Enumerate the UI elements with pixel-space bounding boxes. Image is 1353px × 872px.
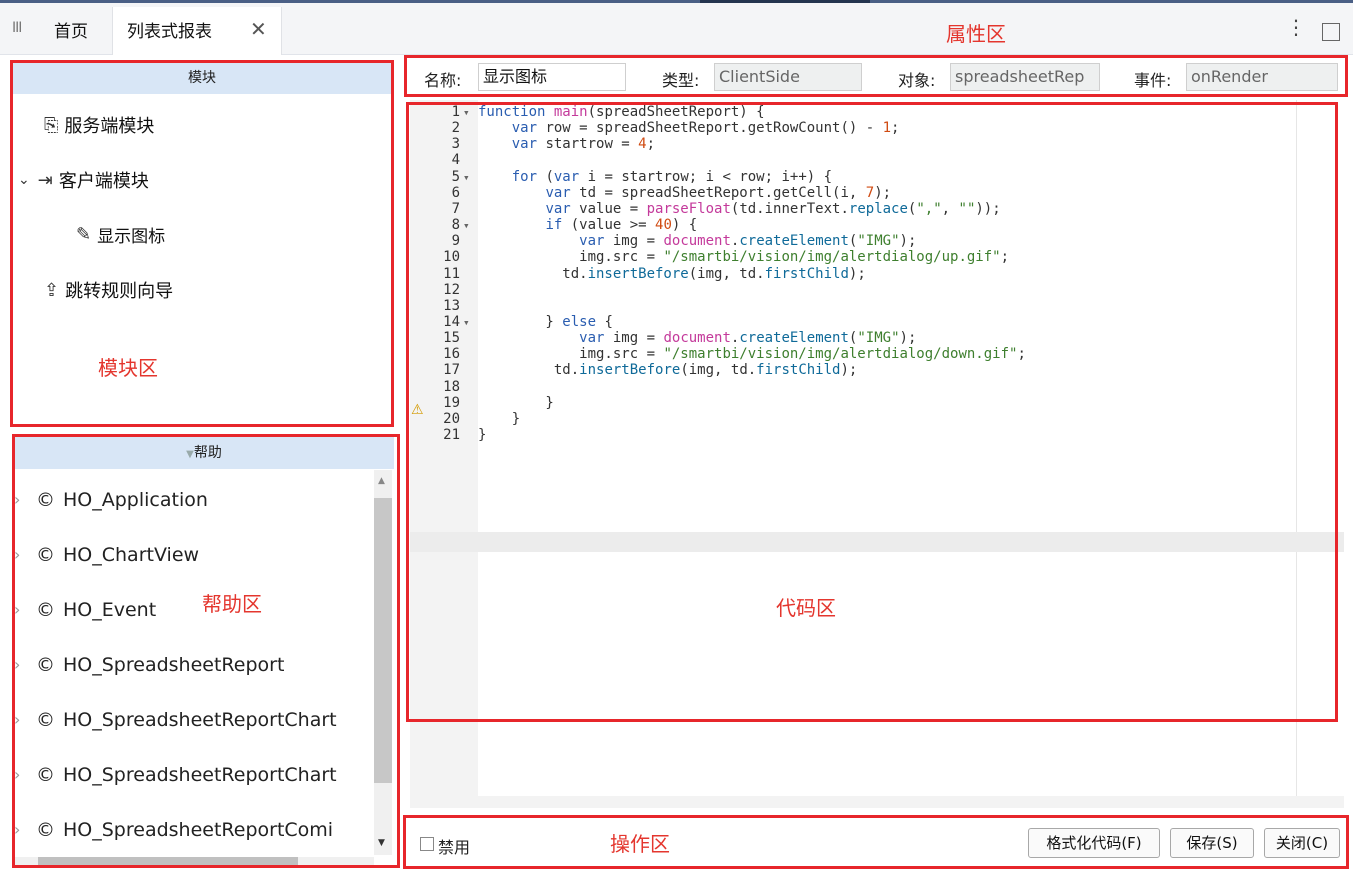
- maximize-icon[interactable]: [1322, 23, 1340, 41]
- tab-list-report-label: 列表式报表: [127, 22, 212, 42]
- action-area-outline: [403, 815, 1349, 869]
- tab-list-report[interactable]: 列表式报表 ✕: [112, 7, 282, 55]
- code-area-outline: [406, 102, 1338, 722]
- property-area-annotation: 属性区: [946, 22, 1006, 46]
- tab-bar: III 首页 列表式报表 ✕ ⋮: [0, 3, 1353, 55]
- close-icon[interactable]: ✕: [250, 17, 267, 41]
- menu-icon[interactable]: III: [12, 20, 22, 36]
- help-area-outline: [12, 434, 400, 868]
- more-icon[interactable]: ⋮: [1286, 15, 1306, 39]
- code-horizontal-scrollbar[interactable]: [410, 796, 1344, 808]
- property-area-outline: [404, 55, 1348, 97]
- app-root: III 首页 列表式报表 ✕ ⋮ 属性区 模块 ⎘ 服务端模块 ⌄ ⇥ 客户端模…: [0, 0, 1353, 872]
- module-area-outline: [10, 60, 394, 427]
- tab-home[interactable]: 首页: [54, 17, 88, 42]
